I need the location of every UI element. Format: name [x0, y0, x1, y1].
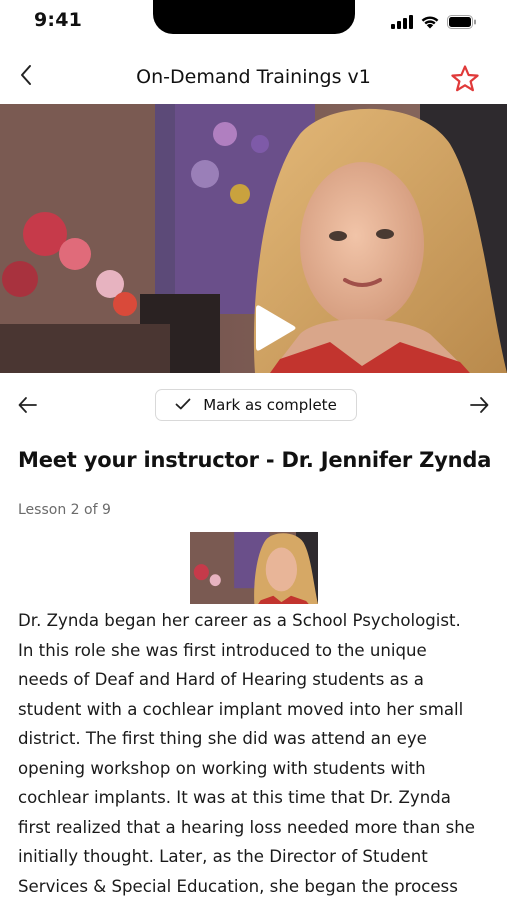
- description-line: first realized that a hearing loss neede…: [18, 813, 492, 843]
- instructor-thumbnail: [190, 532, 318, 604]
- description-line: Services & Special Education, she began …: [18, 872, 492, 901]
- description-line: needs of Deaf and Hard of Hearing studen…: [18, 665, 492, 695]
- navigation-bar: On-Demand Trainings v1: [0, 50, 507, 105]
- page-title: On-Demand Trainings v1: [0, 66, 507, 88]
- device-notch: [153, 0, 355, 34]
- description-line: cochlear implants. It was at this time t…: [18, 783, 492, 813]
- description-line: In this role she was first introduced to…: [18, 636, 492, 666]
- lesson-title: Meet your instructor - Dr. Jennifer Zynd…: [18, 448, 493, 472]
- description-line: opening workshop on working with student…: [18, 754, 492, 784]
- arrow-left-icon[interactable]: [16, 393, 40, 417]
- status-time: 9:41: [34, 9, 82, 31]
- description-line: district. The first thing she did was at…: [18, 724, 492, 754]
- description-line: student with a cochlear implant moved in…: [18, 695, 492, 725]
- wifi-icon: [420, 14, 440, 29]
- status-icons: [391, 14, 477, 29]
- lesson-progress-label: Lesson 2 of 9: [18, 502, 111, 518]
- description-line: Dr. Zynda began her career as a School P…: [18, 606, 492, 636]
- lesson-description: Dr. Zynda began her career as a School P…: [18, 606, 492, 901]
- mark-complete-label: Mark as complete: [203, 396, 337, 414]
- description-line: initially thought. Later, as the Directo…: [18, 842, 492, 872]
- lesson-controls: Mark as complete: [0, 373, 507, 437]
- status-bar: 9:41: [0, 0, 507, 50]
- play-icon[interactable]: [252, 302, 298, 354]
- star-outline-icon[interactable]: [450, 64, 480, 94]
- checkmark-icon: [175, 396, 191, 414]
- video-player[interactable]: [0, 104, 507, 373]
- mark-complete-button[interactable]: Mark as complete: [155, 389, 357, 421]
- arrow-right-icon[interactable]: [467, 393, 491, 417]
- battery-icon: [447, 15, 477, 29]
- cellular-signal-icon: [391, 15, 413, 29]
